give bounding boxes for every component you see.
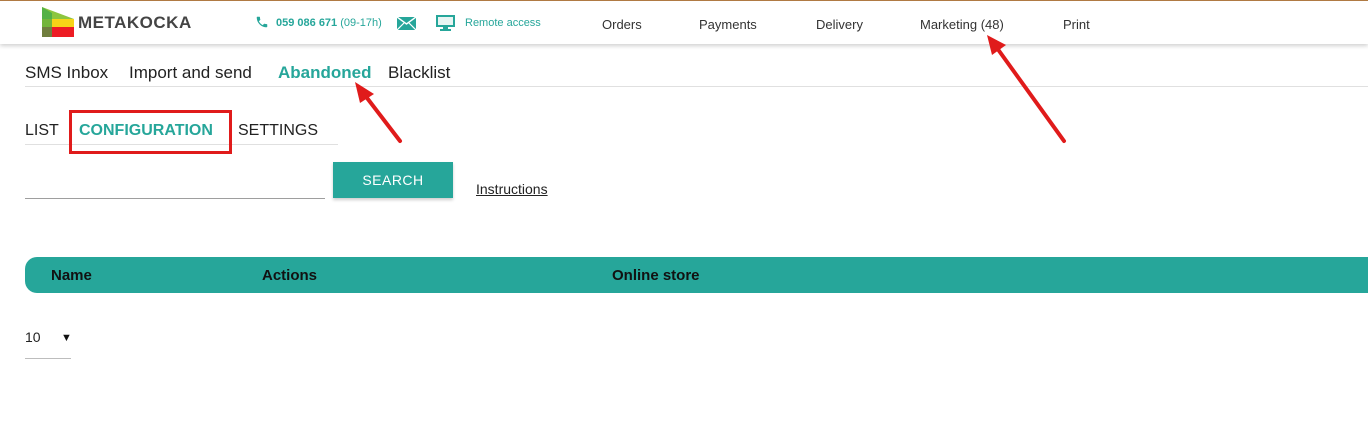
nav-delivery[interactable]: Delivery — [816, 17, 863, 32]
subnav-abandoned[interactable]: Abandoned — [278, 63, 372, 83]
dropdown-arrow-icon: ▼ — [61, 332, 72, 344]
column-header-online-store[interactable]: Online store — [612, 267, 700, 284]
column-header-name[interactable]: Name — [51, 267, 92, 284]
tabs-divider — [25, 144, 338, 145]
page-size-value: 10 — [25, 329, 41, 345]
phone-icon — [256, 16, 268, 28]
nav-payments[interactable]: Payments — [699, 17, 757, 32]
remote-access-link[interactable]: Remote access — [465, 17, 541, 29]
column-header-actions[interactable]: Actions — [262, 267, 317, 284]
subnav-import-and-send[interactable]: Import and send — [129, 63, 252, 83]
annotation-arrow-abandoned — [355, 82, 402, 143]
monitor-icon[interactable] — [436, 15, 455, 31]
logo-icon[interactable] — [42, 7, 74, 37]
mail-icon[interactable] — [397, 17, 416, 30]
instructions-link[interactable]: Instructions — [476, 181, 548, 197]
brand-name[interactable]: METAKOCKA — [78, 13, 192, 33]
top-navbar: METAKOCKA 059 086 671 (09-17h) Remote ac… — [0, 0, 1368, 44]
nav-marketing[interactable]: Marketing (48) — [920, 17, 1004, 32]
phone-info[interactable]: 059 086 671 (09-17h) — [276, 17, 382, 29]
subnav-blacklist[interactable]: Blacklist — [388, 63, 450, 83]
nav-orders[interactable]: Orders — [602, 17, 642, 32]
phone-hours: (09-17h) — [340, 17, 382, 29]
nav-print[interactable]: Print — [1063, 17, 1090, 32]
subnav-sms-inbox[interactable]: SMS Inbox — [25, 63, 108, 83]
tab-settings[interactable]: SETTINGS — [238, 122, 318, 140]
table-header: Name Actions Online store — [25, 257, 1368, 293]
tab-configuration[interactable]: CONFIGURATION — [79, 122, 213, 140]
phone-number: 059 086 671 — [276, 17, 338, 29]
page-size-select[interactable]: 10 ▼ — [25, 321, 72, 359]
subnav-divider — [25, 86, 1368, 87]
search-input[interactable] — [25, 174, 325, 199]
tab-list[interactable]: LIST — [25, 122, 59, 140]
search-button[interactable]: SEARCH — [333, 162, 453, 198]
annotation-arrow-marketing — [987, 35, 1066, 143]
